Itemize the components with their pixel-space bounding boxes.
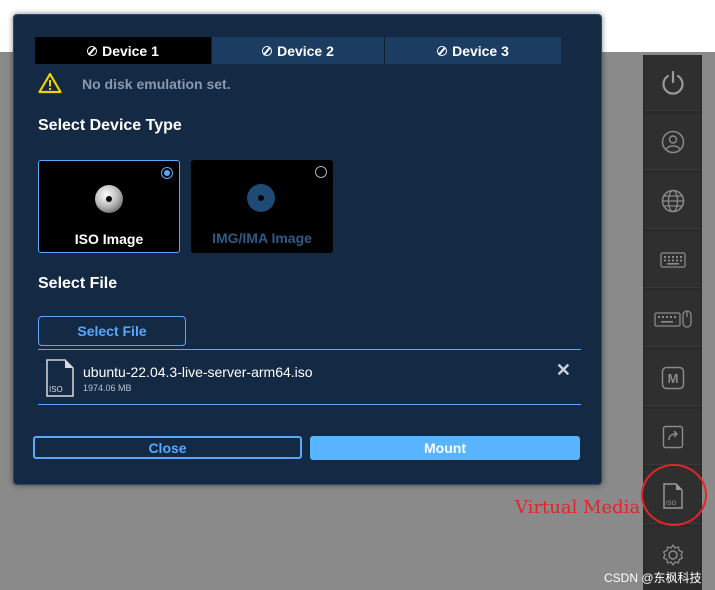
remove-file-button[interactable]: ✕ — [556, 360, 571, 381]
network-button[interactable] — [645, 173, 700, 229]
img-radio[interactable] — [315, 166, 327, 178]
device-tabs: Device 1 Device 2 Device 3 — [35, 37, 561, 64]
gear-icon — [662, 543, 683, 566]
user-icon — [661, 130, 684, 153]
mount-button[interactable]: Mount — [310, 436, 580, 460]
power-icon — [661, 70, 684, 95]
disc-icon — [247, 184, 275, 212]
annotation-circle — [641, 464, 707, 526]
close-button[interactable]: Close — [33, 436, 302, 459]
iso-image-option[interactable]: ISO Image — [38, 160, 180, 253]
tab-label: Device 2 — [277, 42, 334, 59]
tab-label: Device 1 — [102, 42, 159, 59]
tab-device-3[interactable]: Device 3 — [384, 37, 561, 64]
device-type-heading: Select Device Type — [38, 117, 182, 134]
option-label: IMG/IMA Image — [212, 230, 312, 246]
iso-radio[interactable] — [161, 167, 173, 179]
user-button[interactable] — [645, 114, 700, 170]
disabled-circle-icon — [87, 45, 98, 56]
img-ima-image-option[interactable]: IMG/IMA Image — [191, 160, 333, 253]
file-size: 1974.06 MB — [83, 383, 132, 393]
keyboard-icon — [659, 251, 686, 268]
tab-device-2[interactable]: Device 2 — [211, 37, 384, 64]
warning-triangle-icon — [38, 72, 62, 94]
option-label: ISO Image — [74, 231, 144, 247]
keyboard-mouse-button[interactable] — [645, 291, 700, 347]
tab-label: Device 3 — [452, 42, 509, 59]
keyboard-button[interactable] — [645, 232, 700, 288]
macro-button[interactable]: M — [645, 350, 700, 406]
status-message: No disk emulation set. — [82, 76, 231, 92]
select-file-button[interactable]: Select File — [38, 316, 186, 346]
keyboard-mouse-icon — [653, 309, 692, 328]
select-file-heading: Select File — [38, 275, 118, 292]
globe-icon — [661, 189, 684, 212]
macro-icon: M — [661, 366, 684, 389]
selected-file-row: ISO ubuntu-22.04.3-live-server-arm64.iso… — [38, 349, 581, 405]
disc-icon — [95, 185, 123, 213]
iso-file-icon: ISO — [46, 359, 74, 397]
svg-text:M: M — [667, 371, 678, 386]
tab-device-1[interactable]: Device 1 — [35, 37, 211, 64]
svg-text:ISO: ISO — [49, 385, 63, 394]
watermark: CSDN @东枫科技 — [604, 571, 702, 585]
disabled-circle-icon — [262, 45, 273, 56]
share-icon — [662, 425, 683, 448]
annotation-label: Virtual Media — [515, 497, 641, 518]
disabled-circle-icon — [437, 45, 448, 56]
virtual-media-dialog: Device 1 Device 2 Device 3 No disk emula… — [13, 14, 602, 485]
file-name: ubuntu-22.04.3-live-server-arm64.iso — [83, 364, 313, 380]
share-button[interactable] — [645, 409, 700, 465]
power-button[interactable] — [645, 55, 700, 111]
